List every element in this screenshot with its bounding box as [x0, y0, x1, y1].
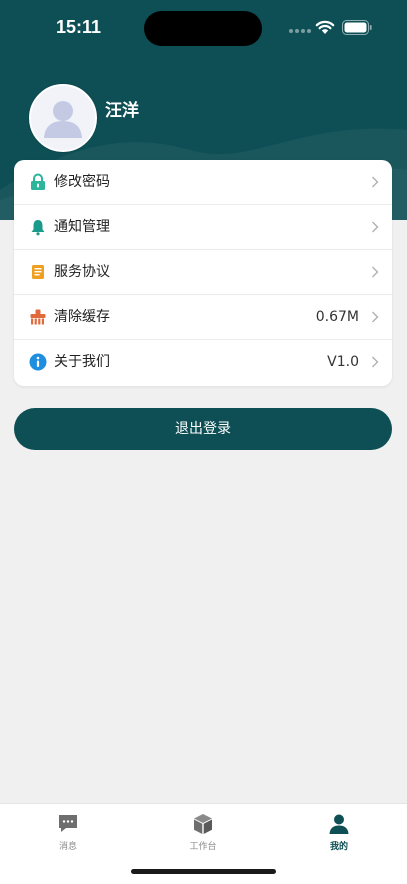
document-icon — [32, 265, 44, 279]
chevron-right-icon — [372, 356, 379, 368]
settings-menu-card: 修改密码 通知管理 服务协议 清除缓存 0.67M 关于我们 V1.0 — [14, 160, 392, 386]
tab-workbench[interactable]: 工作台 — [163, 810, 243, 858]
lock-icon — [31, 173, 45, 190]
avatar[interactable] — [29, 84, 97, 152]
chevron-right-icon — [372, 176, 379, 188]
cache-size-value: 0.67M — [315, 309, 359, 325]
menu-item-clear-cache[interactable]: 清除缓存 0.67M — [14, 295, 392, 340]
message-icon — [59, 815, 77, 832]
menu-item-change-password[interactable]: 修改密码 — [14, 160, 392, 205]
battery-icon — [342, 20, 372, 35]
chevron-right-icon — [372, 311, 379, 323]
user-name: 汪洋 — [105, 101, 139, 121]
menu-item-notification-settings[interactable]: 通知管理 — [14, 205, 392, 250]
tab-mine[interactable]: 我的 — [299, 810, 379, 858]
menu-label: 清除缓存 — [54, 309, 110, 325]
tab-label: 我的 — [329, 842, 348, 852]
status-time: 15:11 — [56, 17, 102, 37]
home-indicator — [131, 869, 276, 874]
tab-label: 工作台 — [189, 842, 217, 852]
dynamic-island — [144, 11, 262, 46]
chevron-right-icon — [372, 221, 379, 233]
menu-label: 通知管理 — [54, 219, 110, 235]
menu-item-service-agreement[interactable]: 服务协议 — [14, 250, 392, 295]
logout-button[interactable]: 退出登录 — [14, 408, 392, 450]
app-version-value: V1.0 — [327, 354, 359, 370]
info-icon — [29, 353, 47, 371]
tab-label: 消息 — [58, 842, 77, 852]
chevron-right-icon — [372, 266, 379, 278]
menu-label: 修改密码 — [54, 174, 110, 190]
wifi-icon — [315, 20, 335, 34]
bell-icon — [31, 220, 45, 236]
menu-item-about-us[interactable]: 关于我们 V1.0 — [14, 340, 392, 385]
default-user-avatar-icon — [31, 86, 95, 150]
menu-label: 关于我们 — [54, 354, 110, 370]
cellular-signal-icon — [289, 29, 313, 33]
tab-messages[interactable]: 消息 — [28, 810, 108, 858]
broom-icon — [30, 309, 46, 325]
menu-label: 服务协议 — [54, 264, 110, 280]
box-icon — [194, 814, 212, 834]
person-icon — [329, 814, 349, 834]
